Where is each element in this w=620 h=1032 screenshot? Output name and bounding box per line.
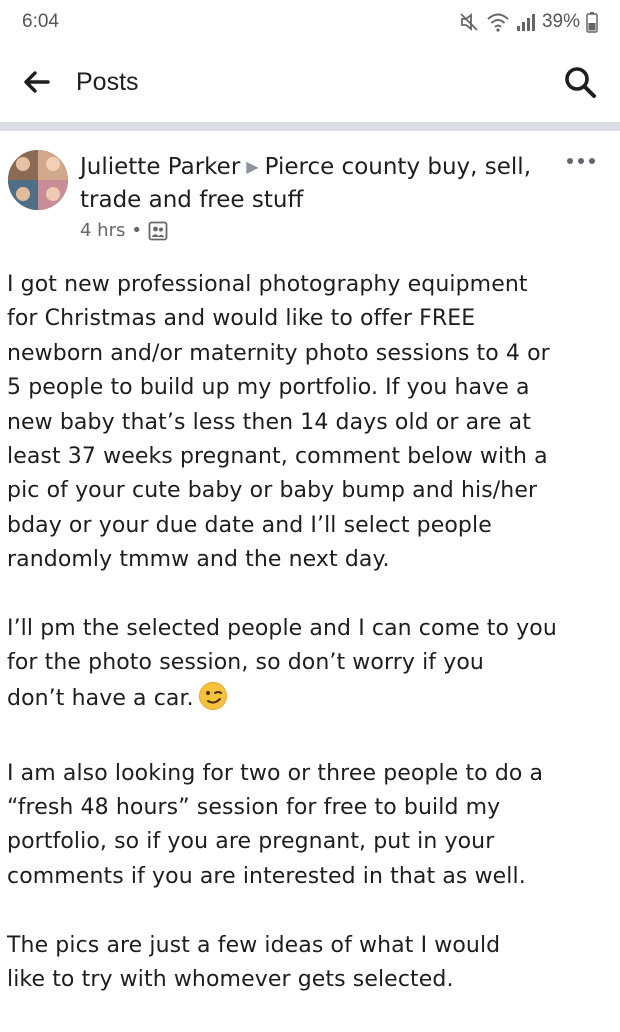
app-bar: Posts: [0, 48, 620, 116]
group-members-icon: [148, 221, 168, 241]
shared-to-arrow-icon: ▶: [246, 157, 259, 176]
status-icons: 39%: [458, 11, 598, 33]
author-name[interactable]: Juliette Parker: [80, 154, 240, 180]
post-paragraph: I got new professional photography equip…: [7, 272, 550, 573]
meta-separator: •: [131, 220, 142, 241]
battery-icon: [586, 11, 598, 33]
signal-icon: [516, 12, 536, 32]
more-options-icon[interactable]: [566, 152, 596, 172]
back-arrow-icon[interactable]: [20, 66, 52, 98]
avatar[interactable]: [8, 150, 68, 210]
post-meta: 4 hrs •: [80, 220, 168, 241]
page-title: Posts: [76, 67, 139, 96]
post-paragraph: I’ll pm the selected people and I can co…: [7, 612, 612, 722]
wifi-icon: [486, 11, 510, 33]
post-paragraph: I am also looking for two or three peopl…: [7, 760, 544, 889]
post-paragraph-text: I’ll pm the selected people and I can co…: [7, 616, 557, 711]
section-divider: [0, 122, 620, 131]
post-time[interactable]: 4 hrs: [80, 220, 125, 241]
post-author-line: Juliette Parker ▶ Pierce county buy, sell,…: [80, 150, 550, 217]
post-paragraph: The pics are just a few ideas of what I …: [7, 932, 501, 993]
status-bar: 6:04 39%: [0, 0, 620, 44]
post-header: Juliette Parker ▶ Pierce county buy, sell,…: [0, 148, 620, 258]
battery-text: 39%: [541, 11, 580, 32]
post-body: I got new professional photography equip…: [7, 268, 612, 1032]
mute-icon: [458, 11, 480, 33]
status-time: 6:04: [22, 11, 59, 32]
winking-face-emoji-icon: [198, 681, 228, 722]
search-icon[interactable]: [560, 62, 600, 102]
